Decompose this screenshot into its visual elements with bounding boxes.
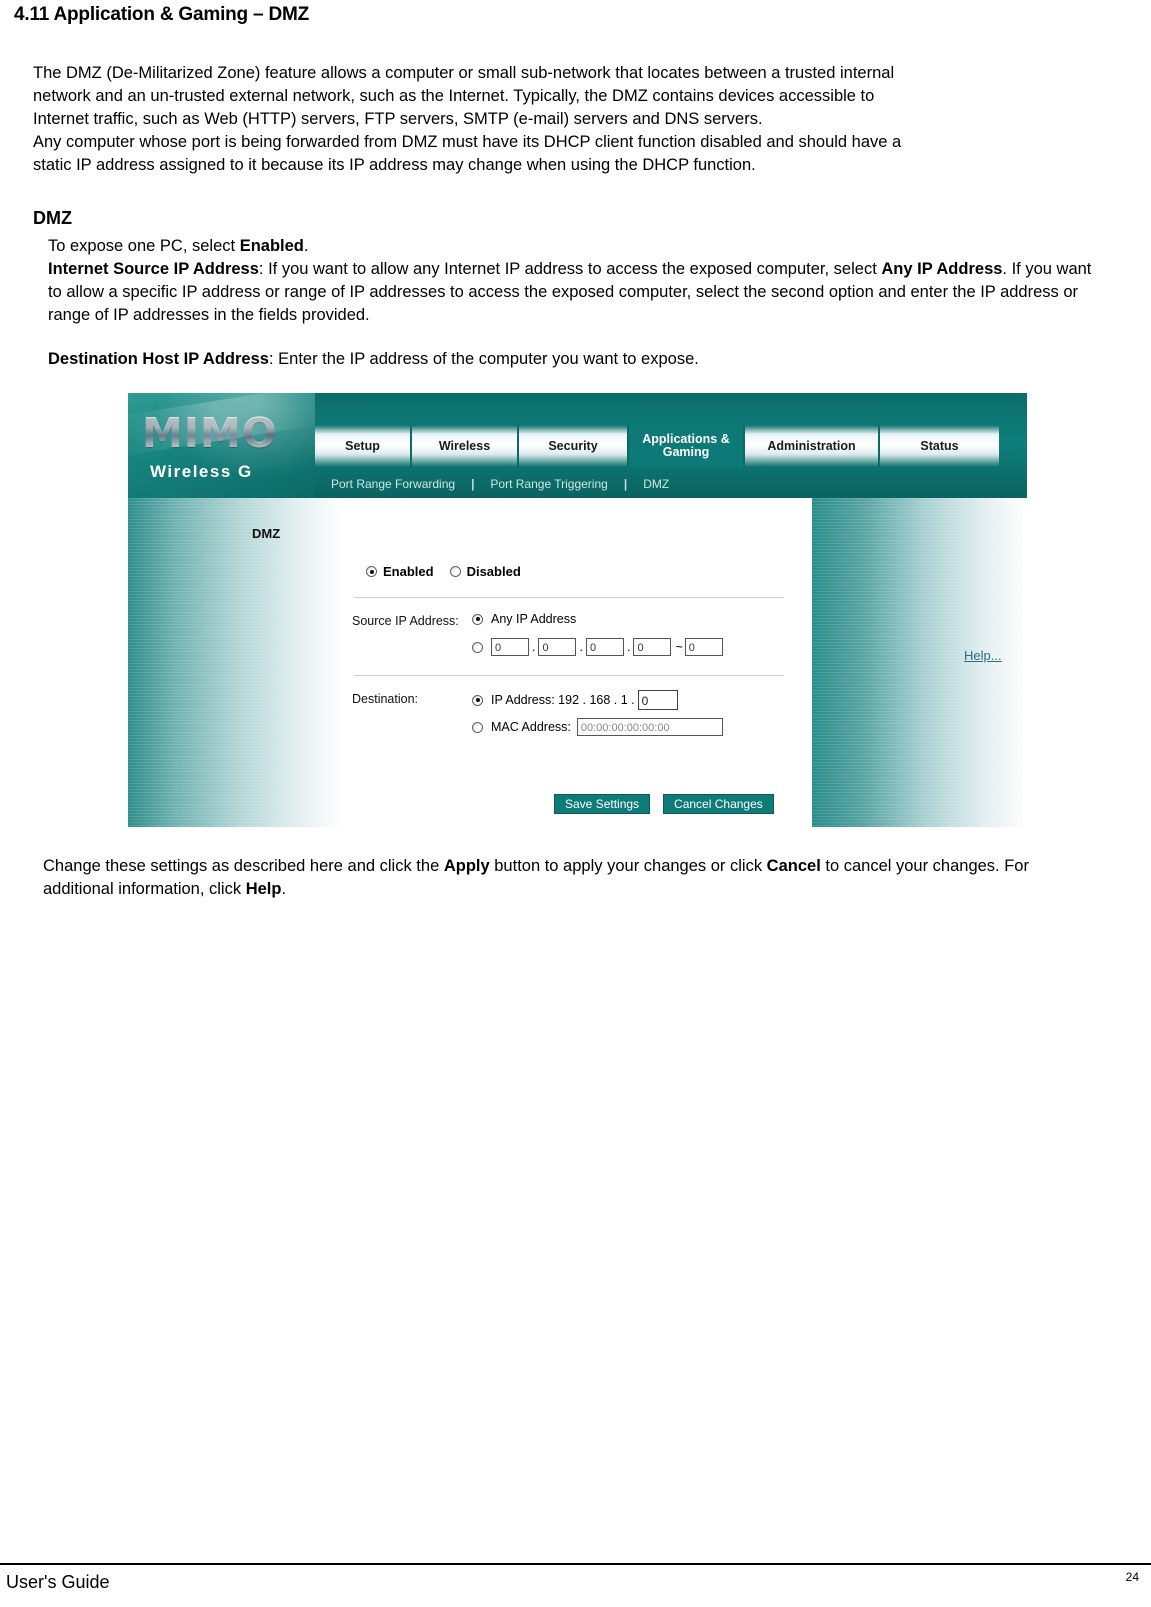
- router-brand: MIMO Wireless G: [128, 393, 315, 498]
- brand-logo-text: MIMO: [142, 409, 278, 457]
- closing-cancel-bold: Cancel: [766, 857, 821, 875]
- document-page: 4.11 Application & Gaming – DMZ The DMZ …: [0, 0, 1151, 1607]
- source-octet-2[interactable]: 0: [538, 638, 577, 656]
- help-link[interactable]: Help...: [964, 648, 1002, 663]
- radio-any-ip-address[interactable]: [472, 613, 483, 625]
- dmz-form: Enabled Disabled Source IP Address: Any …: [342, 498, 812, 827]
- dmz-enable-bold: Enabled: [239, 237, 304, 255]
- intro-line-4: Any computer whose port is being forward…: [33, 133, 902, 151]
- left-gradient-panel: [128, 498, 342, 827]
- dmz-anyip-bold: Any IP Address: [881, 260, 1003, 278]
- radio-disabled[interactable]: [449, 566, 461, 577]
- tab-security[interactable]: Security: [519, 425, 629, 467]
- tab-setup[interactable]: Setup: [315, 425, 412, 467]
- save-settings-button[interactable]: Save Settings: [554, 794, 651, 814]
- any-ip-option: Any IP Address: [472, 612, 576, 626]
- source-range-tilde: ~: [675, 640, 683, 654]
- dmz-enable-post: .: [303, 237, 309, 255]
- radio-enabled[interactable]: [366, 566, 377, 577]
- dmz-enable-pre: To expose one PC, select: [48, 237, 240, 255]
- dest-text: : Enter the IP address of the computer y…: [268, 350, 699, 368]
- router-main-nav: Setup Wireless Security Applications & G…: [315, 425, 1027, 467]
- closing-help-bold: Help: [245, 880, 282, 898]
- divider-2: [354, 675, 784, 676]
- source-octet-1[interactable]: 0: [491, 638, 529, 656]
- intro-line-3: Internet traffic, such as Web (HTTP) ser…: [33, 110, 763, 128]
- closing-end: .: [281, 880, 287, 898]
- router-sub-nav: Port Range Forwarding | Port Range Trigg…: [315, 472, 1027, 496]
- closing-mid: button to apply your changes or click: [489, 857, 767, 875]
- subnav-port-range-triggering[interactable]: Port Range Triggering: [474, 477, 623, 491]
- source-dot-2: .: [579, 640, 583, 654]
- cancel-changes-button[interactable]: Cancel Changes: [663, 794, 774, 814]
- router-header: MIMO Wireless G Setup Wireless Security …: [128, 393, 1027, 498]
- destination-description: Destination Host IP Address: Enter the I…: [48, 348, 1096, 371]
- page-title: 4.11 Application & Gaming – DMZ: [14, 4, 310, 25]
- label-disabled: Disabled: [466, 564, 521, 579]
- tab-status[interactable]: Status: [880, 425, 999, 467]
- subnav-port-range-forwarding[interactable]: Port Range Forwarding: [315, 477, 471, 491]
- tab-administration[interactable]: Administration: [745, 425, 880, 467]
- intro-line-5: static IP address assigned to it because…: [33, 156, 756, 174]
- source-dot-1: .: [532, 640, 536, 654]
- dmz-subheading: DMZ: [33, 208, 72, 228]
- dmz-description: To expose one PC, select Enabled. Intern…: [48, 235, 1096, 327]
- destination-ip-row: IP Address: 192 . 168 . 1 . 0: [472, 690, 678, 710]
- footer-guide-label: User's Guide: [6, 1572, 110, 1592]
- source-octet-3[interactable]: 0: [585, 638, 624, 656]
- destination-mac-input[interactable]: 00:00:00:00:00:00: [576, 718, 723, 736]
- destination-last-octet-input[interactable]: 0: [637, 690, 678, 710]
- radio-specific-ip[interactable]: [472, 641, 483, 653]
- brand-subtitle: Wireless G: [150, 462, 253, 481]
- subnav-dmz[interactable]: DMZ: [627, 477, 685, 491]
- label-enabled: Enabled: [383, 564, 434, 579]
- label-source-ip-address: Source IP Address:: [352, 614, 459, 628]
- tab-applications-gaming[interactable]: Applications & Gaming: [629, 425, 745, 467]
- intro-line-2: network and an un-trusted external netwo…: [33, 87, 875, 105]
- intro-paragraph: The DMZ (De-Militarized Zone) feature al…: [33, 62, 1093, 177]
- closing-pre: Change these settings as described here …: [43, 857, 444, 875]
- closing-paragraph: Change these settings as described here …: [43, 855, 1088, 901]
- label-destination: Destination:: [352, 692, 419, 706]
- source-dot-3: .: [626, 640, 631, 654]
- section-label-dmz: DMZ: [252, 526, 281, 541]
- dmz-source-bold: Internet Source IP Address: [48, 260, 259, 278]
- destination-mac-row: MAC Address: 00:00:00:00:00:00: [472, 718, 723, 736]
- label-any-ip-address: Any IP Address: [491, 612, 577, 626]
- dest-bold-label: Destination Host IP Address: [48, 350, 269, 368]
- router-action-buttons: Save Settings Cancel Changes: [554, 794, 774, 814]
- source-octet-4[interactable]: 0: [633, 638, 672, 656]
- source-ip-range-row: 0 . 0 . 0 . 0 ~ 0: [472, 638, 723, 656]
- router-body: DMZ Help... Enabled Disabled Source IP A…: [128, 498, 1027, 827]
- dmz-source-text: : If you want to allow any Internet IP a…: [258, 260, 882, 278]
- label-destination-mac: MAC Address:: [491, 720, 571, 734]
- footer-divider: [0, 1563, 1151, 1565]
- radio-destination-mac[interactable]: [472, 721, 483, 733]
- intro-line-1: The DMZ (De-Militarized Zone) feature al…: [33, 64, 895, 82]
- closing-apply-bold: Apply: [443, 857, 490, 875]
- radio-destination-ip[interactable]: [472, 694, 483, 706]
- dmz-source-line: Internet Source IP Address: If you want …: [48, 258, 1096, 327]
- divider-1: [354, 597, 784, 598]
- source-range-end[interactable]: 0: [684, 638, 723, 656]
- dmz-enable-radio-group: Enabled Disabled: [366, 564, 537, 579]
- label-destination-ip-prefix: IP Address: 192 . 168 . 1 .: [491, 693, 635, 707]
- router-admin-screenshot: MIMO Wireless G Setup Wireless Security …: [128, 393, 1027, 827]
- tab-wireless[interactable]: Wireless: [412, 425, 519, 467]
- footer-page-number: 24: [1125, 1570, 1139, 1584]
- dmz-enable-line: To expose one PC, select Enabled.: [48, 235, 1096, 258]
